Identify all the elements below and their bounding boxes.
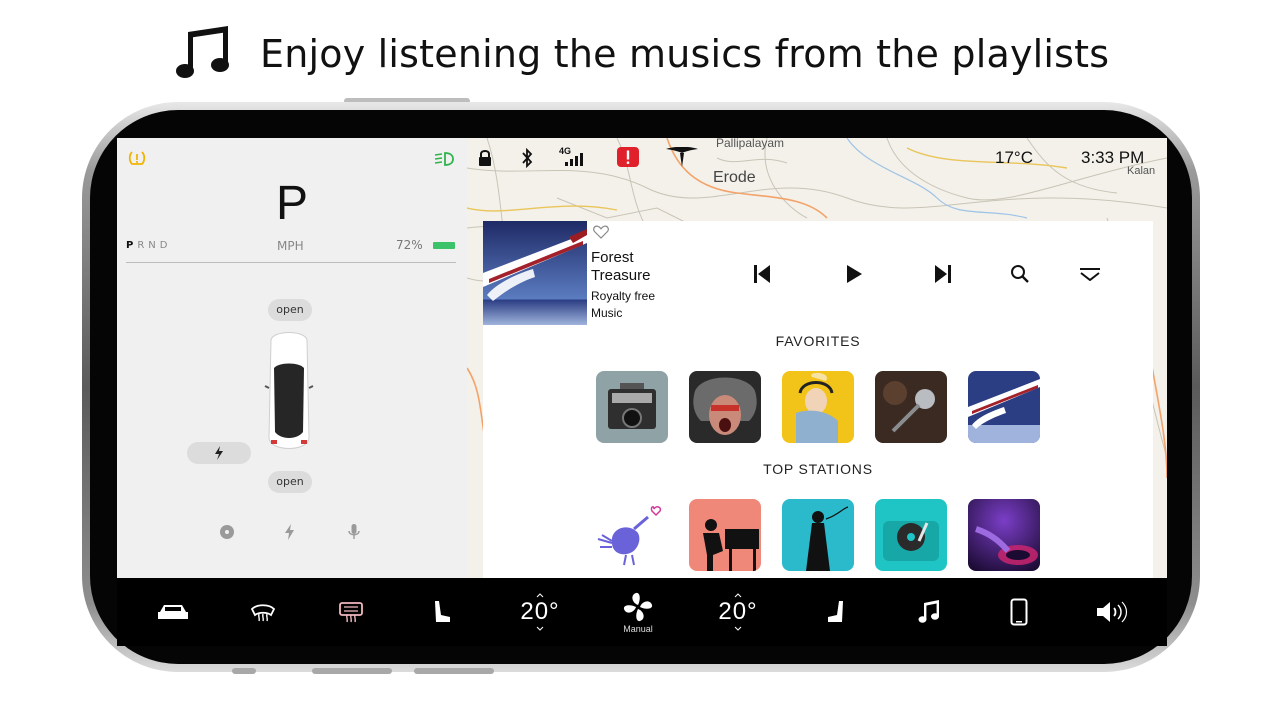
driver-seat-heat-button[interactable] [421, 578, 461, 646]
skip-forward-icon [935, 265, 951, 283]
headline: Enjoy listening the musics from the play… [174, 22, 1109, 86]
car-button[interactable] [153, 578, 193, 646]
clock: 3:33 PM [1081, 148, 1145, 167]
chevron-down-icon [536, 626, 544, 631]
skip-back-icon [754, 265, 770, 283]
gear-r: R [137, 240, 149, 251]
gear-p: P [126, 240, 138, 251]
play-button[interactable] [841, 261, 867, 287]
alert-icon[interactable] [617, 147, 639, 167]
seat-left-icon [435, 601, 450, 622]
lock-icon[interactable] [477, 148, 493, 168]
car-top-view [264, 332, 314, 449]
driver-temperature: 20° [520, 598, 560, 625]
map-label: Pallipalayam [716, 138, 785, 150]
car-icon [158, 605, 188, 619]
skip-back-button[interactable] [749, 261, 775, 287]
music-note-icon [176, 26, 229, 78]
4g-signal-icon: 4G [559, 146, 589, 168]
playlist-tile[interactable] [968, 371, 1040, 443]
fan-mode: Manual [623, 623, 653, 634]
divider [126, 262, 456, 263]
passenger-temperature-control[interactable]: 20° [713, 578, 763, 646]
driver-temperature-control[interactable]: 20° [515, 578, 565, 646]
rear-defrost-button[interactable] [331, 578, 371, 646]
disc-icon[interactable] [217, 522, 237, 542]
fan-icon [623, 592, 653, 621]
station-tile[interactable] [689, 499, 761, 571]
microphone-icon[interactable] [344, 522, 364, 542]
rear-defrost-icon [339, 602, 363, 623]
gear-indicator: P [275, 177, 308, 230]
speed-unit: MPH [277, 239, 304, 253]
station-tile[interactable] [968, 499, 1040, 571]
phone-volume-button [414, 668, 494, 674]
bolt-icon [215, 446, 223, 460]
phone-button [232, 668, 256, 674]
vehicle-panel: P PRND MPH 72% open open [117, 138, 467, 578]
playlist-tile[interactable] [596, 371, 668, 443]
playlist-tile[interactable] [689, 371, 761, 443]
gear-n: N [148, 240, 160, 251]
volume-button[interactable] [1089, 578, 1135, 646]
search-button[interactable] [1007, 261, 1033, 287]
volume-icon [1097, 601, 1128, 623]
map-label: Erode [713, 169, 756, 186]
search-icon [1011, 265, 1029, 283]
battery-icon [433, 242, 455, 249]
station-tile[interactable] [875, 499, 947, 571]
phone-app-button[interactable] [999, 578, 1039, 646]
collapse-player-button[interactable] [1077, 261, 1103, 287]
bolt-icon[interactable] [280, 522, 300, 542]
favorites-heading: FAVORITES [775, 333, 861, 349]
car-screen: Pallipalayam Erode Kalan P PRND MPH 72% … [117, 138, 1167, 646]
battery-percent: 72% [396, 238, 423, 252]
fan-button[interactable]: Manual [615, 578, 661, 646]
climate-bar: 20° Manual 20° [117, 578, 1167, 646]
front-defrost-button[interactable] [243, 578, 283, 646]
music-note-icon [918, 600, 939, 623]
music-player: Forest Treasure Royalty free Music FAVOR… [483, 221, 1153, 578]
phone-volume-button [312, 668, 392, 674]
play-icon [847, 265, 862, 283]
tesla-logo-icon[interactable] [665, 147, 699, 167]
artist-name: Royalty free Music [591, 289, 656, 320]
song-title: Forest Treasure [591, 249, 651, 284]
bluetooth-icon[interactable] [520, 148, 534, 168]
gear-selector: PRND [126, 240, 171, 251]
station-tile[interactable] [596, 499, 668, 571]
trunk-open-button[interactable]: open [268, 471, 312, 493]
tire-warning-icon [128, 151, 146, 165]
music-app-button[interactable] [909, 578, 949, 646]
favorite-heart-icon[interactable] [593, 225, 609, 239]
front-defrost-icon [250, 604, 276, 622]
playlist-tile[interactable] [875, 371, 947, 443]
album-art[interactable] [483, 221, 587, 325]
outside-temperature: 17°C [995, 148, 1033, 167]
playlist-tile[interactable] [782, 371, 854, 443]
frunk-open-button[interactable]: open [268, 299, 312, 321]
chevron-down-icon [734, 626, 742, 631]
phone-icon [1010, 598, 1028, 626]
charge-port-button[interactable] [187, 442, 251, 464]
gear-d: D [159, 240, 172, 251]
collapse-icon [1080, 268, 1100, 281]
skip-forward-button[interactable] [930, 261, 956, 287]
seat-right-icon [828, 601, 843, 622]
headline-text: Enjoy listening the musics from the play… [260, 32, 1110, 76]
passenger-seat-heat-button[interactable] [817, 578, 857, 646]
passenger-temperature: 20° [718, 598, 758, 625]
station-tile[interactable] [782, 499, 854, 571]
top-stations-heading: TOP STATIONS [763, 461, 873, 477]
headlight-icon [434, 152, 454, 166]
